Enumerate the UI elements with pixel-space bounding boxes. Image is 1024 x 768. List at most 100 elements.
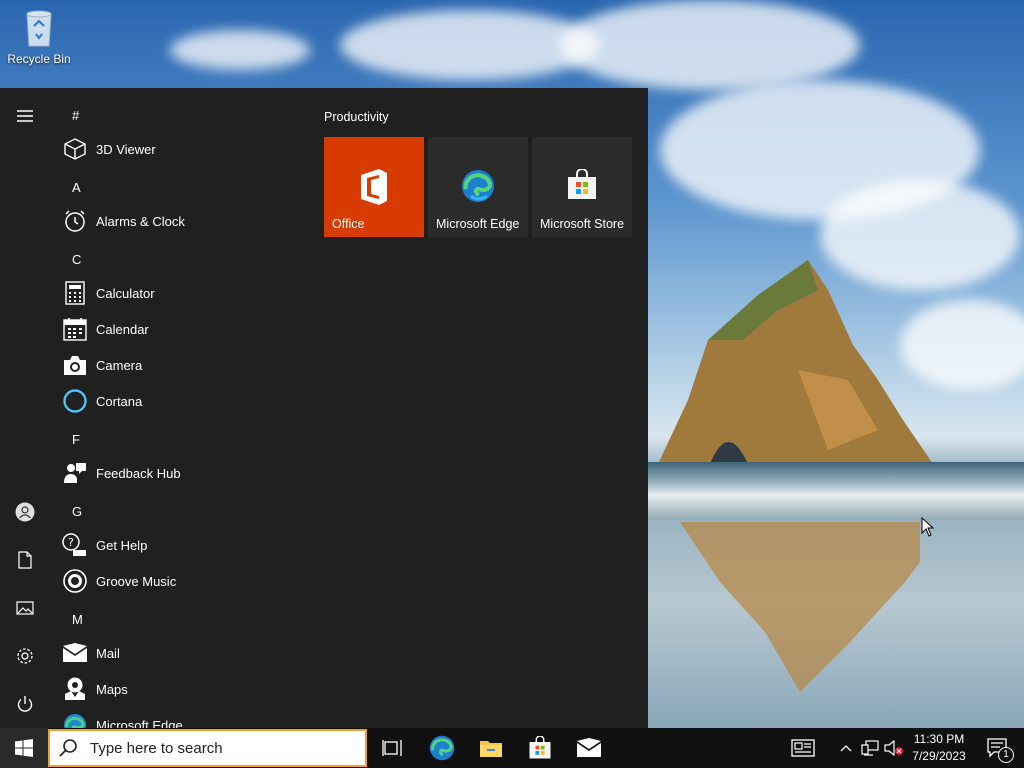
camera-icon xyxy=(64,356,86,375)
app-label: Get Help xyxy=(96,537,148,553)
user-account-button[interactable] xyxy=(5,492,45,532)
app-label: Maps xyxy=(96,681,128,697)
volume-muted-icon xyxy=(884,740,903,756)
app-label: Alarms & Clock xyxy=(96,213,185,229)
app-label: Cortana xyxy=(96,393,143,409)
app-cortana[interactable]: Cortana xyxy=(62,383,302,419)
app-maps[interactable]: Maps xyxy=(62,671,302,707)
settings-icon xyxy=(17,648,33,664)
office-icon xyxy=(361,169,387,205)
app-groove-music[interactable]: Groove Music xyxy=(62,563,302,599)
sea xyxy=(648,462,1024,522)
clock-time: 11:30 PM xyxy=(913,732,965,746)
help-icon: ? xyxy=(62,533,86,556)
action-center-button[interactable]: 1 xyxy=(978,728,1018,768)
tile-microsoft-edge[interactable]: Microsoft Edge xyxy=(428,137,528,237)
news-icon xyxy=(791,739,815,757)
svg-text:?: ? xyxy=(68,536,74,549)
app-3d-viewer[interactable]: 3D Viewer xyxy=(62,131,302,167)
settings-button[interactable] xyxy=(5,636,45,676)
taskbar-clock[interactable]: 11:30 PM 7/29/2023 xyxy=(906,731,972,765)
edge-icon xyxy=(64,714,86,728)
feedback-icon xyxy=(64,463,86,483)
start-menu: # 3D Viewer A Alarms & Clock C Calculato… xyxy=(0,88,648,728)
taskbar-file-explorer-button[interactable] xyxy=(467,728,515,768)
tile-label: Microsoft Store xyxy=(540,217,625,231)
tile-office[interactable]: Office xyxy=(324,137,424,237)
app-calendar[interactable]: Calendar xyxy=(62,311,302,347)
app-calculator[interactable]: Calculator xyxy=(62,275,302,311)
rock-arch xyxy=(658,260,933,464)
power-button[interactable] xyxy=(5,684,45,724)
notification-badge: 1 xyxy=(998,747,1014,763)
user-icon xyxy=(15,502,35,522)
group-header-a[interactable]: A xyxy=(72,180,81,195)
calculator-icon xyxy=(65,281,85,305)
menu-icon xyxy=(17,110,33,122)
app-mail[interactable]: Mail xyxy=(62,635,302,671)
search-icon xyxy=(59,739,77,757)
tile-microsoft-store[interactable]: Microsoft Store xyxy=(532,137,632,237)
store-icon xyxy=(529,736,551,759)
app-label: Mail xyxy=(96,645,120,661)
chevron-up-icon xyxy=(840,745,852,752)
desktop-icon-recycle-bin[interactable]: Recycle Bin xyxy=(6,8,72,66)
app-microsoft-edge[interactable]: Microsoft Edge xyxy=(62,707,302,728)
documents-button[interactable] xyxy=(5,540,45,580)
app-get-help[interactable]: ? Get Help xyxy=(62,527,302,563)
app-label: Camera xyxy=(96,357,143,373)
group-header-g[interactable]: G xyxy=(72,504,82,519)
taskbar-mail-button[interactable] xyxy=(565,728,613,768)
group-header-m[interactable]: M xyxy=(72,612,83,627)
cube-icon xyxy=(64,138,86,160)
app-feedback-hub[interactable]: Feedback Hub xyxy=(62,455,302,491)
store-icon xyxy=(568,169,596,199)
recycle-bin-icon xyxy=(26,10,52,47)
volume-button[interactable] xyxy=(882,728,906,768)
expand-menu-button[interactable] xyxy=(5,96,45,136)
app-label: Microsoft Edge xyxy=(96,717,183,729)
mail-icon xyxy=(577,738,601,757)
clock-date: 7/29/2023 xyxy=(912,749,966,763)
app-label: Calculator xyxy=(96,285,155,301)
network-icon xyxy=(861,740,879,756)
calendar-icon xyxy=(63,318,87,341)
app-camera[interactable]: Camera xyxy=(62,347,302,383)
taskbar-edge-button[interactable] xyxy=(418,728,466,768)
news-and-interests-button[interactable] xyxy=(786,728,820,768)
app-label: 3D Viewer xyxy=(96,141,156,157)
power-icon xyxy=(17,696,33,712)
rock-reflection xyxy=(680,522,920,692)
windows-logo-icon xyxy=(15,739,33,757)
documents-icon xyxy=(18,551,32,569)
start-button[interactable] xyxy=(0,728,48,768)
app-label: Groove Music xyxy=(96,573,177,589)
desktop-icon-label: Recycle Bin xyxy=(7,52,71,66)
network-button[interactable] xyxy=(858,728,882,768)
group-header-f[interactable]: F xyxy=(72,432,80,447)
file-explorer-icon xyxy=(480,741,502,757)
tile-label: Microsoft Edge xyxy=(436,217,520,231)
show-hidden-icons-button[interactable] xyxy=(836,728,856,768)
app-label: Feedback Hub xyxy=(96,465,181,481)
music-icon xyxy=(63,569,87,593)
app-label: Calendar xyxy=(96,321,149,337)
pictures-icon xyxy=(16,601,34,615)
mail-icon xyxy=(63,643,87,662)
alarm-clock-icon xyxy=(65,210,85,232)
edge-icon xyxy=(429,735,455,761)
tiles-group-title[interactable]: Productivity xyxy=(324,110,389,124)
maps-icon xyxy=(65,677,85,700)
taskbar-store-button[interactable] xyxy=(516,728,564,768)
task-view-icon xyxy=(382,740,402,756)
pictures-button[interactable] xyxy=(5,588,45,628)
app-alarms-clock[interactable]: Alarms & Clock xyxy=(62,203,302,239)
tile-label: Office xyxy=(332,217,365,231)
mouse-cursor-icon xyxy=(921,517,935,537)
group-header-hash[interactable]: # xyxy=(72,108,79,123)
search-placeholder: Type here to search xyxy=(90,739,223,757)
group-header-c[interactable]: C xyxy=(72,252,81,267)
edge-icon xyxy=(462,170,494,202)
taskbar-search-box[interactable]: Type here to search xyxy=(48,729,367,767)
task-view-button[interactable] xyxy=(368,728,416,768)
